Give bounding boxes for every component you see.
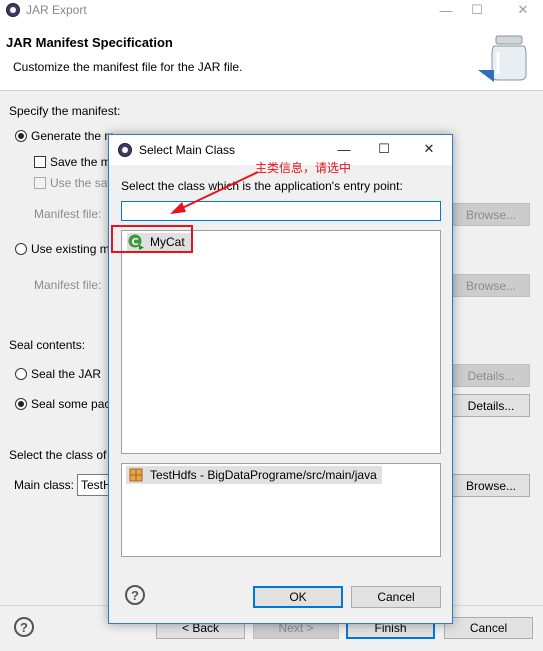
dialog-app-icon [118,143,132,157]
close-button[interactable]: ✕ [508,0,538,20]
cancel-button[interactable]: Cancel [444,617,533,639]
use-existing-manifest-radio[interactable] [15,243,27,255]
save-manifest-checkbox[interactable] [34,156,46,168]
save-manifest-label: Save the m [50,155,111,169]
generate-manifest-radio[interactable] [15,130,27,142]
main-class-label: Main class: [14,478,75,492]
seal-section-label: Seal contents: [9,338,86,352]
highlight-box [111,225,193,253]
window-title: JAR Export [26,3,87,17]
dialog-cancel-button[interactable]: Cancel [351,586,441,608]
maximize-button[interactable]: ☐ [462,0,492,20]
wizard-header [0,20,543,91]
seal-jar-label: Seal the JAR [31,367,102,381]
minimize-button[interactable]: — [431,0,461,20]
existing-manifest-browse-button[interactable]: Browse... [452,274,530,297]
dialog-title: Select Main Class [139,143,236,157]
package-item-label: TestHdfs - BigDataPrograme/src/main/java [150,468,377,482]
app-icon [6,3,20,17]
seal-some-packages-radio[interactable] [15,398,27,410]
manifest-browse-button[interactable]: Browse... [452,203,530,226]
main-class-section-label: Select the class of t [9,448,114,462]
use-saved-manifest-label: Use the sav [50,176,114,190]
seal-packages-details-button[interactable]: Details... [452,394,530,417]
manifest-section-label: Specify the manifest: [9,104,121,118]
page-title: JAR Manifest Specification [6,35,173,50]
class-list[interactable] [121,230,441,454]
use-saved-manifest-checkbox[interactable] [34,177,46,189]
ok-button[interactable]: OK [253,586,343,608]
help-icon[interactable]: ? [14,617,34,637]
dialog-help-icon[interactable]: ? [125,585,145,605]
jar-icon [476,30,532,86]
page-description: Customize the manifest file for the JAR … [13,60,243,74]
generate-manifest-label: Generate the m [31,129,115,143]
dialog-minimize-button[interactable]: — [329,139,359,159]
seal-some-packages-label: Seal some pack [31,397,117,411]
main-class-browse-button[interactable]: Browse... [452,474,530,497]
existing-manifest-file-label: Manifest file: [34,278,102,292]
annotation-arrow [170,171,259,214]
seal-jar-details-button[interactable]: Details... [452,364,530,387]
dialog-close-button[interactable]: ✕ [414,139,444,159]
seal-jar-radio[interactable] [15,368,27,380]
package-icon [129,468,143,482]
dialog-maximize-button[interactable]: ☐ [369,139,399,159]
manifest-file-label: Manifest file: [34,207,102,221]
use-existing-manifest-label: Use existing ma [31,242,117,256]
